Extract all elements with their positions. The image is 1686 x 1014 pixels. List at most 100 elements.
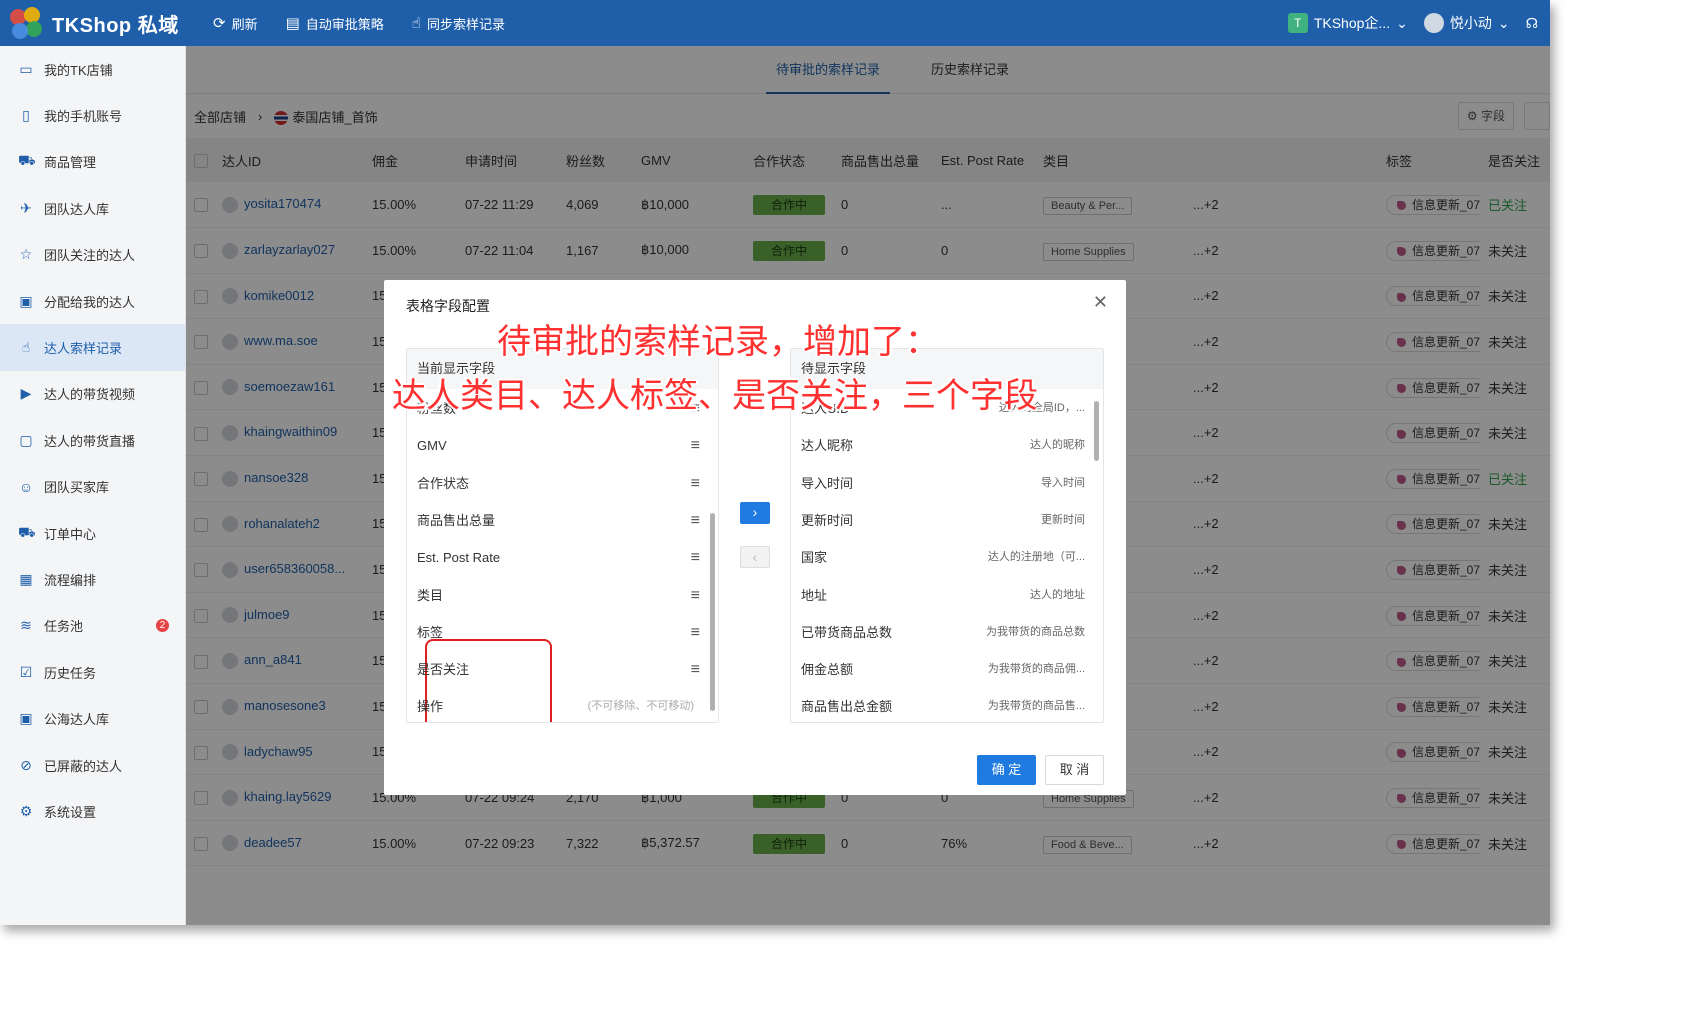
field-label: 更新时间 — [801, 512, 854, 528]
sidebar-item[interactable]: ≋ 任务池 2 — [0, 603, 185, 649]
sync-records-button[interactable]: ☝ 同步索样记录 — [412, 14, 505, 33]
pending-field-item[interactable]: 地址 达人的地址 — [791, 577, 1103, 614]
sidebar-item-label: 团队关注的达人 — [44, 248, 136, 264]
current-field-item[interactable]: 是否关注 ≡ — [407, 651, 718, 688]
chevron-down-icon: ⌄ — [1396, 14, 1408, 31]
drag-handle-icon[interactable]: ≡ — [691, 577, 700, 614]
sidebar-item[interactable]: ☺ 团队买家库 — [0, 464, 185, 510]
user-menu[interactable]: 悦小动 ⌄ — [1423, 13, 1510, 33]
field-description: 达人的昵称 — [1030, 439, 1085, 452]
pending-field-item[interactable]: 导入时间 导入时间 — [791, 465, 1103, 502]
field-label: 是否关注 — [417, 662, 470, 678]
current-field-item[interactable]: Est. Post Rate ≡ — [407, 539, 718, 576]
sidebar-item[interactable]: ▢ 达人的带货直播 — [0, 417, 185, 463]
pending-field-item[interactable]: 商品售出总金额 为我带货的商品售... — [791, 688, 1103, 722]
field-label: 地址 — [801, 587, 828, 603]
field-label: 达人昵称 — [801, 438, 854, 454]
drag-handle-icon[interactable]: ≡ — [691, 465, 700, 502]
sidebar-item-label: 团队达人库 — [44, 201, 110, 217]
sidebar-item[interactable]: ☝ 达人索样记录 — [0, 324, 185, 371]
sidebar-item[interactable]: ⚙ 系统设置 — [0, 788, 185, 834]
current-field-item[interactable]: 类目 ≡ — [407, 577, 718, 614]
current-field-item[interactable]: GMV ≡ — [407, 427, 718, 464]
app-logo: TKShop 私域 — [0, 5, 185, 41]
gear-icon: ⚙ — [19, 802, 33, 819]
sidebar-item[interactable]: ✈ 团队达人库 — [0, 185, 185, 231]
field-label: 佣金总额 — [801, 662, 854, 678]
sidebar-item[interactable]: ⛟ 订单中心 — [0, 510, 185, 556]
live-icon: ▢ — [19, 431, 33, 448]
auto-approve-button[interactable]: ▤ 自动审批策略 — [286, 14, 384, 33]
top-bar: TKShop 私域 ⟳ 刷新 ▤ 自动审批策略 ☝ 同步索样记录 T TKSho… — [0, 0, 1550, 46]
current-field-item[interactable]: 商品售出总量 ≡ — [407, 502, 718, 539]
chevron-down-icon: ⌄ — [1497, 14, 1510, 31]
block-icon: ⊘ — [20, 756, 32, 773]
dialog-title: 表格字段配置 — [406, 298, 490, 314]
public-icon: ▣ — [19, 710, 33, 727]
pending-field-item[interactable]: 佣金总额 为我带货的商品佣... — [791, 651, 1103, 688]
task-count-badge: 2 — [156, 619, 169, 633]
field-label: 已带货商品总数 — [801, 624, 893, 640]
drag-handle-icon[interactable]: ≡ — [691, 427, 700, 464]
field-label: 类目 — [417, 587, 444, 603]
sync-records-label: 同步索样记录 — [426, 16, 505, 32]
field-label: 导入时间 — [801, 475, 854, 491]
cart-icon: ⛟ — [18, 152, 36, 169]
drag-handle-icon[interactable]: ≡ — [691, 614, 700, 651]
sidebar-item[interactable]: ▭ 我的TK店铺 — [0, 46, 185, 92]
sidebar-item[interactable]: ▦ 流程编排 — [0, 556, 185, 602]
field-description: 为我带货的商品售... — [987, 700, 1085, 713]
sidebar-item-label: 商品管理 — [44, 155, 97, 171]
user-name: 悦小动 — [1449, 15, 1492, 31]
refresh-button[interactable]: ⟳ 刷新 — [213, 14, 258, 33]
sidebar-item[interactable]: ⛟ 商品管理 — [0, 139, 185, 185]
confirm-button[interactable]: 确 定 — [977, 755, 1036, 785]
pending-field-item[interactable]: 达人昵称 达人的昵称 — [791, 427, 1103, 464]
sidebar-item-label: 流程编排 — [44, 572, 97, 588]
shop-switcher[interactable]: T TKShop企... ⌄ — [1287, 13, 1408, 33]
current-field-item[interactable]: 操作 (不可移除、不可移动) — [407, 688, 718, 722]
field-label: 操作 — [417, 699, 444, 715]
sidebar-item[interactable]: ▣ 公海达人库 — [0, 695, 185, 741]
sidebar-item[interactable]: ☑ 历史任务 — [0, 649, 185, 695]
sidebar-item-label: 已屏蔽的达人 — [44, 758, 123, 774]
drag-handle-icon[interactable]: ≡ — [691, 539, 700, 576]
pending-field-item[interactable]: 国家 达人的注册地（可... — [791, 539, 1103, 576]
drag-handle-icon[interactable]: ≡ — [691, 651, 700, 688]
flow-icon: ▦ — [19, 570, 33, 587]
sidebar-item[interactable]: ▶ 达人的带货视频 — [0, 371, 185, 417]
close-icon[interactable]: ✕ — [1093, 292, 1108, 313]
move-right-button[interactable]: › — [740, 502, 770, 524]
sidebar: ▭ 我的TK店铺 ▯ 我的手机账号 ⛟ 商品管理 ✈ 团队达人库 ☆ 团队关注的达人 ▣ 分配给我的达… — [0, 46, 186, 925]
star-icon: ☆ — [19, 246, 33, 263]
auto-approve-label: 自动审批策略 — [305, 16, 384, 32]
field-description: 为我带货的商品总数 — [986, 625, 1085, 638]
headset-icon[interactable]: ☊ — [1526, 15, 1538, 32]
sidebar-item-label: 达人的带货视频 — [44, 387, 136, 403]
sidebar-item[interactable]: ▣ 分配给我的达人 — [0, 278, 185, 324]
assign-icon: ▣ — [19, 292, 33, 309]
sidebar-item[interactable]: ▯ 我的手机账号 — [0, 92, 185, 138]
annotation-line-2: 达人类目、达人标签、是否关注，三个字段 — [392, 376, 1038, 416]
app-window: TKShop 私域 ⟳ 刷新 ▤ 自动审批策略 ☝ 同步索样记录 T TKSho… — [0, 0, 1550, 925]
current-field-item[interactable]: 合作状态 ≡ — [407, 465, 718, 502]
topbar-right: T TKShop企... ⌄ 悦小动 ⌄ ☊ — [1287, 0, 1550, 46]
layers-icon: ≋ — [20, 617, 32, 634]
field-label: GMV — [417, 438, 447, 454]
field-label: Est. Post Rate — [417, 550, 501, 566]
app-title: TKShop 私域 — [52, 14, 179, 37]
refresh-icon: ⟳ — [213, 15, 226, 32]
current-field-item[interactable]: 标签 ≡ — [407, 614, 718, 651]
sidebar-item-label: 系统设置 — [44, 804, 97, 820]
pending-field-item[interactable]: 更新时间 更新时间 — [791, 502, 1103, 539]
pending-field-item[interactable]: 已带货商品总数 为我带货的商品总数 — [791, 614, 1103, 651]
sidebar-item[interactable]: ⊘ 已屏蔽的达人 — [0, 742, 185, 788]
sidebar-item-label: 我的手机账号 — [44, 109, 123, 125]
sidebar-item[interactable]: ☆ 团队关注的达人 — [0, 232, 185, 278]
cancel-button[interactable]: 取 消 — [1045, 755, 1104, 785]
field-description: 达人的地址 — [1030, 588, 1085, 601]
move-left-button[interactable]: ‹ — [740, 546, 770, 568]
store-icon: ▭ — [19, 60, 33, 77]
drag-handle-icon[interactable]: ≡ — [691, 502, 700, 539]
sidebar-item-label: 达人的带货直播 — [44, 433, 136, 449]
